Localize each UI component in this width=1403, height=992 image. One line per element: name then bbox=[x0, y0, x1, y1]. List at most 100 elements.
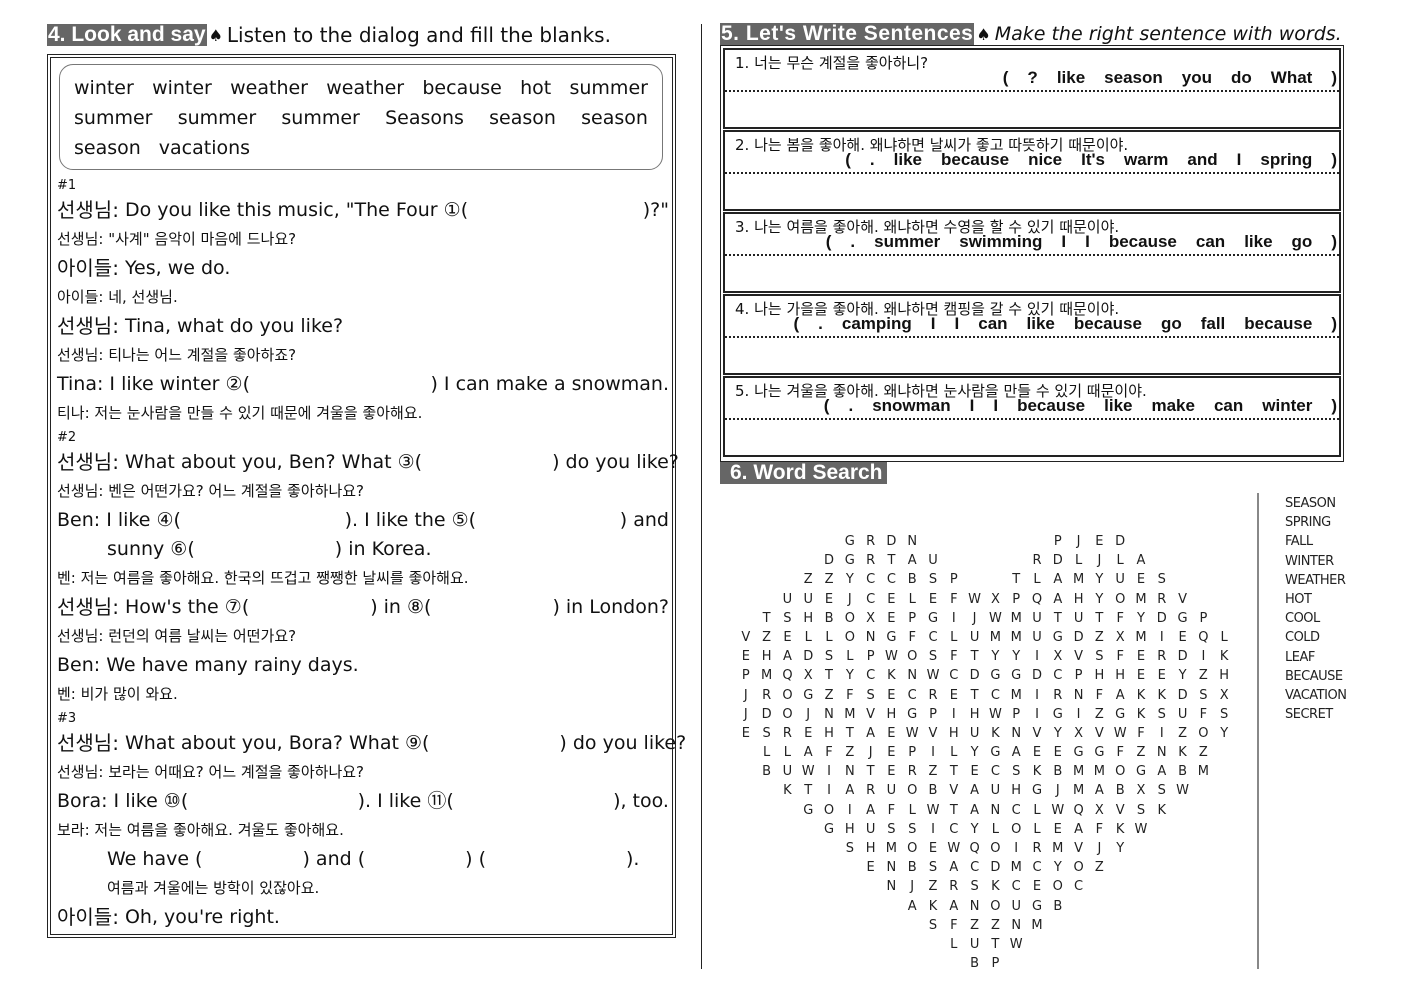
grid-letter[interactable]: U bbox=[777, 590, 798, 609]
grid-letter[interactable]: H bbox=[819, 724, 840, 743]
grid-letter[interactable]: X bbox=[860, 609, 881, 628]
grid-letter[interactable]: L bbox=[902, 801, 923, 820]
grid-letter[interactable]: E bbox=[881, 743, 902, 762]
grid-letter[interactable]: E bbox=[819, 590, 840, 609]
grid-letter[interactable]: N bbox=[902, 666, 923, 685]
grid-letter[interactable]: W bbox=[1006, 935, 1027, 954]
grid-letter[interactable]: F bbox=[881, 801, 902, 820]
grid-letter[interactable]: D bbox=[964, 666, 985, 685]
grid-letter[interactable]: O bbox=[902, 781, 923, 800]
grid-letter[interactable]: B bbox=[923, 781, 944, 800]
grid-letter[interactable]: O bbox=[819, 801, 840, 820]
grid-letter[interactable]: S bbox=[923, 916, 944, 935]
grid-letter[interactable]: S bbox=[881, 820, 902, 839]
grid-letter[interactable]: N bbox=[1006, 724, 1027, 743]
grid-letter[interactable] bbox=[964, 532, 985, 551]
grid-letter[interactable]: C bbox=[1006, 801, 1027, 820]
grid-letter[interactable]: G bbox=[839, 551, 860, 570]
fill-blank[interactable] bbox=[188, 506, 338, 535]
grid-letter[interactable]: L bbox=[943, 743, 964, 762]
grid-letter[interactable]: N bbox=[881, 858, 902, 877]
grid-letter[interactable]: U bbox=[964, 935, 985, 954]
grid-letter[interactable]: H bbox=[964, 705, 985, 724]
grid-letter[interactable]: A bbox=[943, 858, 964, 877]
grid-letter[interactable]: W bbox=[1110, 724, 1131, 743]
grid-letter[interactable]: B bbox=[1047, 762, 1068, 781]
grid-letter[interactable]: I bbox=[943, 609, 964, 628]
grid-letter[interactable]: H bbox=[860, 839, 881, 858]
grid-letter[interactable]: G bbox=[1027, 897, 1048, 916]
grid-letter[interactable]: G bbox=[1027, 781, 1048, 800]
grid-letter[interactable]: G bbox=[902, 705, 923, 724]
grid-letter[interactable]: Z bbox=[798, 570, 819, 589]
grid-letter[interactable]: U bbox=[1172, 705, 1193, 724]
grid-letter[interactable]: B bbox=[902, 858, 923, 877]
grid-letter[interactable]: R bbox=[860, 781, 881, 800]
grid-letter[interactable]: E bbox=[881, 686, 902, 705]
grid-letter[interactable]: U bbox=[1006, 897, 1027, 916]
grid-letter[interactable]: I bbox=[819, 762, 840, 781]
grid-letter[interactable]: S bbox=[1151, 705, 1172, 724]
grid-letter[interactable]: H bbox=[1006, 781, 1027, 800]
grid-letter[interactable]: E bbox=[798, 724, 819, 743]
grid-letter[interactable]: T bbox=[943, 762, 964, 781]
grid-letter[interactable]: A bbox=[1110, 686, 1131, 705]
grid-letter[interactable]: F bbox=[1110, 647, 1131, 666]
grid-letter[interactable]: R bbox=[1027, 839, 1048, 858]
grid-letter[interactable] bbox=[923, 532, 944, 551]
grid-letter[interactable] bbox=[985, 532, 1006, 551]
grid-letter[interactable]: K bbox=[777, 781, 798, 800]
grid-letter[interactable]: C bbox=[1006, 877, 1027, 896]
grid-letter[interactable]: E bbox=[777, 628, 798, 647]
answer-line[interactable] bbox=[725, 254, 1339, 256]
grid-letter[interactable]: U bbox=[964, 724, 985, 743]
fill-blank[interactable] bbox=[483, 506, 613, 535]
grid-letter[interactable]: J bbox=[1047, 781, 1068, 800]
grid-letter[interactable]: F bbox=[902, 628, 923, 647]
grid-letter[interactable] bbox=[1006, 532, 1027, 551]
grid-letter[interactable]: J bbox=[735, 686, 756, 705]
grid-letter[interactable]: X bbox=[985, 590, 1006, 609]
grid-letter[interactable]: V bbox=[1172, 590, 1193, 609]
grid-letter[interactable]: C bbox=[943, 820, 964, 839]
answer-line[interactable] bbox=[725, 336, 1339, 338]
grid-letter[interactable]: L bbox=[777, 743, 798, 762]
grid-letter[interactable]: O bbox=[1110, 590, 1131, 609]
grid-letter[interactable]: E bbox=[881, 609, 902, 628]
grid-letter[interactable] bbox=[1027, 532, 1048, 551]
grid-letter[interactable]: V bbox=[923, 724, 944, 743]
grid-letter[interactable]: Z bbox=[1131, 743, 1152, 762]
grid-letter[interactable]: J bbox=[839, 590, 860, 609]
grid-letter[interactable]: S bbox=[923, 647, 944, 666]
grid-letter[interactable]: O bbox=[902, 647, 923, 666]
grid-letter[interactable]: M bbox=[839, 705, 860, 724]
grid-letter[interactable]: I bbox=[839, 801, 860, 820]
grid-letter[interactable]: Y bbox=[1047, 724, 1068, 743]
grid-letter[interactable]: O bbox=[839, 609, 860, 628]
grid-letter[interactable]: L bbox=[1214, 628, 1235, 647]
grid-letter[interactable]: L bbox=[839, 647, 860, 666]
grid-letter[interactable]: B bbox=[902, 570, 923, 589]
fill-blank[interactable] bbox=[468, 787, 598, 816]
fill-blank[interactable] bbox=[365, 845, 465, 874]
grid-letter[interactable]: H bbox=[798, 609, 819, 628]
grid-letter[interactable]: Y bbox=[1006, 647, 1027, 666]
grid-letter[interactable]: T bbox=[964, 686, 985, 705]
grid-letter[interactable]: I bbox=[1006, 839, 1027, 858]
grid-letter[interactable]: F bbox=[943, 916, 964, 935]
grid-letter[interactable]: U bbox=[1027, 628, 1048, 647]
grid-letter[interactable]: N bbox=[964, 897, 985, 916]
fill-blank[interactable] bbox=[429, 729, 559, 758]
grid-letter[interactable]: S bbox=[777, 609, 798, 628]
grid-letter[interactable]: D bbox=[798, 647, 819, 666]
grid-letter[interactable]: E bbox=[1027, 877, 1048, 896]
grid-letter[interactable]: S bbox=[839, 839, 860, 858]
grid-letter[interactable]: D bbox=[881, 532, 902, 551]
grid-letter[interactable]: F bbox=[1131, 724, 1152, 743]
grid-letter[interactable]: Z bbox=[923, 877, 944, 896]
grid-letter[interactable]: G bbox=[1172, 609, 1193, 628]
grid-letter[interactable]: V bbox=[1089, 724, 1110, 743]
grid-letter[interactable]: K bbox=[985, 724, 1006, 743]
fill-blank[interactable] bbox=[202, 845, 302, 874]
grid-letter[interactable]: Q bbox=[1027, 590, 1048, 609]
